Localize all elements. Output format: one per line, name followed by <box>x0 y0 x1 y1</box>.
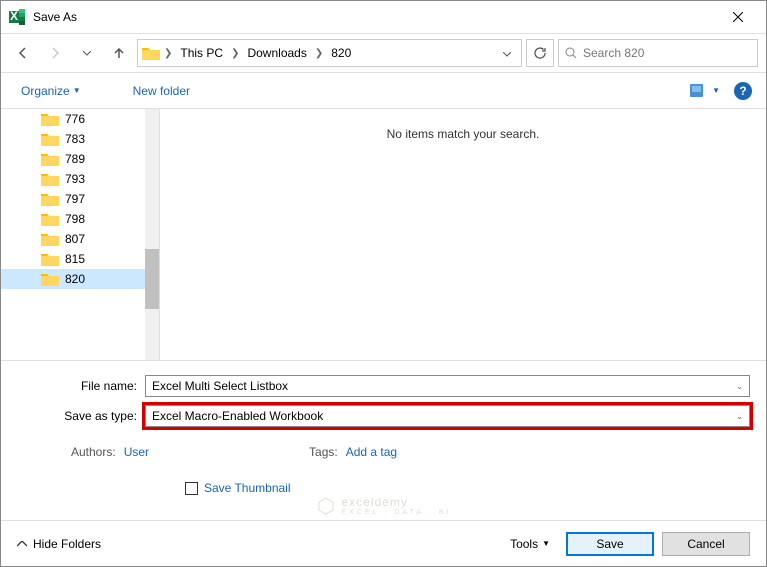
tree-item-label: 789 <box>65 152 85 166</box>
chevron-down-icon[interactable]: ⌄ <box>736 382 743 391</box>
savetype-dropdown[interactable]: Excel Macro-Enabled Workbook ⌄ <box>145 405 750 427</box>
savetype-value: Excel Macro-Enabled Workbook <box>152 409 736 423</box>
breadcrumb-item[interactable]: Downloads <box>243 44 310 62</box>
tree-item[interactable]: 793 <box>1 169 159 189</box>
close-icon <box>733 12 743 22</box>
folder-icon <box>41 272 59 286</box>
tree-item-label: 807 <box>65 232 85 246</box>
tools-button[interactable]: Tools ▼ <box>502 533 558 555</box>
close-button[interactable] <box>718 1 758 33</box>
tags-value[interactable]: Add a tag <box>346 445 397 459</box>
arrow-up-icon <box>112 46 126 60</box>
organize-button[interactable]: Organize▼ <box>15 80 87 102</box>
help-button[interactable]: ? <box>734 82 752 100</box>
breadcrumb-item[interactable]: This PC <box>176 44 227 62</box>
save-thumbnail-checkbox[interactable] <box>185 482 198 495</box>
chevron-right-icon: ❯ <box>313 48 325 59</box>
scrollbar-thumb[interactable] <box>145 249 159 309</box>
folder-icon <box>41 172 59 186</box>
tree-item[interactable]: 797 <box>1 189 159 209</box>
tree-item-label: 820 <box>65 272 85 286</box>
filename-input[interactable]: ⌄ <box>145 375 750 397</box>
chevron-right-icon: ❯ <box>229 48 241 59</box>
nav-history-button[interactable] <box>73 39 101 67</box>
scrollbar[interactable] <box>145 109 159 360</box>
filename-field[interactable] <box>152 379 736 393</box>
search-input[interactable] <box>558 39 758 67</box>
view-icon <box>690 84 708 97</box>
tree-item-label: 776 <box>65 112 85 126</box>
tree-item[interactable]: 820 <box>1 269 159 289</box>
folder-icon <box>41 252 59 266</box>
cancel-button[interactable]: Cancel <box>662 532 750 556</box>
tree-item-label: 798 <box>65 212 85 226</box>
chevron-down-icon <box>83 51 91 56</box>
save-thumbnail-label[interactable]: Save Thumbnail <box>204 481 291 495</box>
folder-icon <box>41 212 59 226</box>
caret-down-icon: ▼ <box>73 86 81 95</box>
view-options-button[interactable]: ▼ <box>686 82 724 99</box>
tree-item[interactable]: 789 <box>1 149 159 169</box>
file-list-area: No items match your search. <box>159 109 766 360</box>
folder-icon <box>41 232 59 246</box>
folder-icon <box>41 192 59 206</box>
authors-value[interactable]: User <box>124 445 149 459</box>
tree-item-label: 793 <box>65 172 85 186</box>
breadcrumb[interactable]: ❯ This PC ❯ Downloads ❯ 820 <box>137 39 522 67</box>
folder-icon <box>41 152 59 166</box>
refresh-button[interactable] <box>526 39 554 67</box>
nav-forward-button[interactable] <box>41 39 69 67</box>
tree-item-label: 783 <box>65 132 85 146</box>
authors-label: Authors: <box>71 445 116 459</box>
folder-icon <box>41 112 59 126</box>
search-field[interactable] <box>583 46 751 60</box>
empty-message: No items match your search. <box>387 127 540 360</box>
folder-icon <box>41 132 59 146</box>
nav-up-button[interactable] <box>105 39 133 67</box>
tree-item[interactable]: 815 <box>1 249 159 269</box>
tree-item-label: 797 <box>65 192 85 206</box>
watermark-icon <box>316 496 336 516</box>
tags-label: Tags: <box>309 445 338 459</box>
nav-back-button[interactable] <box>9 39 37 67</box>
tree-item[interactable]: 798 <box>1 209 159 229</box>
tree-item[interactable]: 776 <box>1 109 159 129</box>
new-folder-button[interactable]: New folder <box>127 80 196 102</box>
save-button[interactable]: Save <box>566 532 654 556</box>
svg-text:X: X <box>10 9 18 23</box>
breadcrumb-dropdown[interactable] <box>497 46 517 60</box>
watermark: exceldemyEXCEL · DATA · BI <box>316 495 452 516</box>
savetype-label: Save as type: <box>17 409 145 423</box>
refresh-icon <box>533 46 547 60</box>
chevron-down-icon <box>503 52 511 57</box>
folder-tree[interactable]: 776 783 789 793 797 798 807 815 820 <box>1 109 159 360</box>
caret-down-icon: ▼ <box>542 539 550 548</box>
tree-item[interactable]: 783 <box>1 129 159 149</box>
breadcrumb-item[interactable]: 820 <box>327 44 355 62</box>
app-icon: X <box>9 9 25 25</box>
chevron-right-icon: ❯ <box>162 48 174 59</box>
search-icon <box>565 47 577 59</box>
caret-down-icon: ▼ <box>712 86 720 95</box>
hide-folders-button[interactable]: Hide Folders <box>17 537 101 551</box>
chevron-down-icon[interactable]: ⌄ <box>736 412 743 421</box>
arrow-left-icon <box>16 46 30 60</box>
folder-icon <box>142 46 160 60</box>
window-title: Save As <box>33 10 718 24</box>
filename-label: File name: <box>17 379 145 393</box>
tree-item-label: 815 <box>65 252 85 266</box>
tree-item[interactable]: 807 <box>1 229 159 249</box>
chevron-up-icon <box>17 541 27 547</box>
arrow-right-icon <box>48 46 62 60</box>
